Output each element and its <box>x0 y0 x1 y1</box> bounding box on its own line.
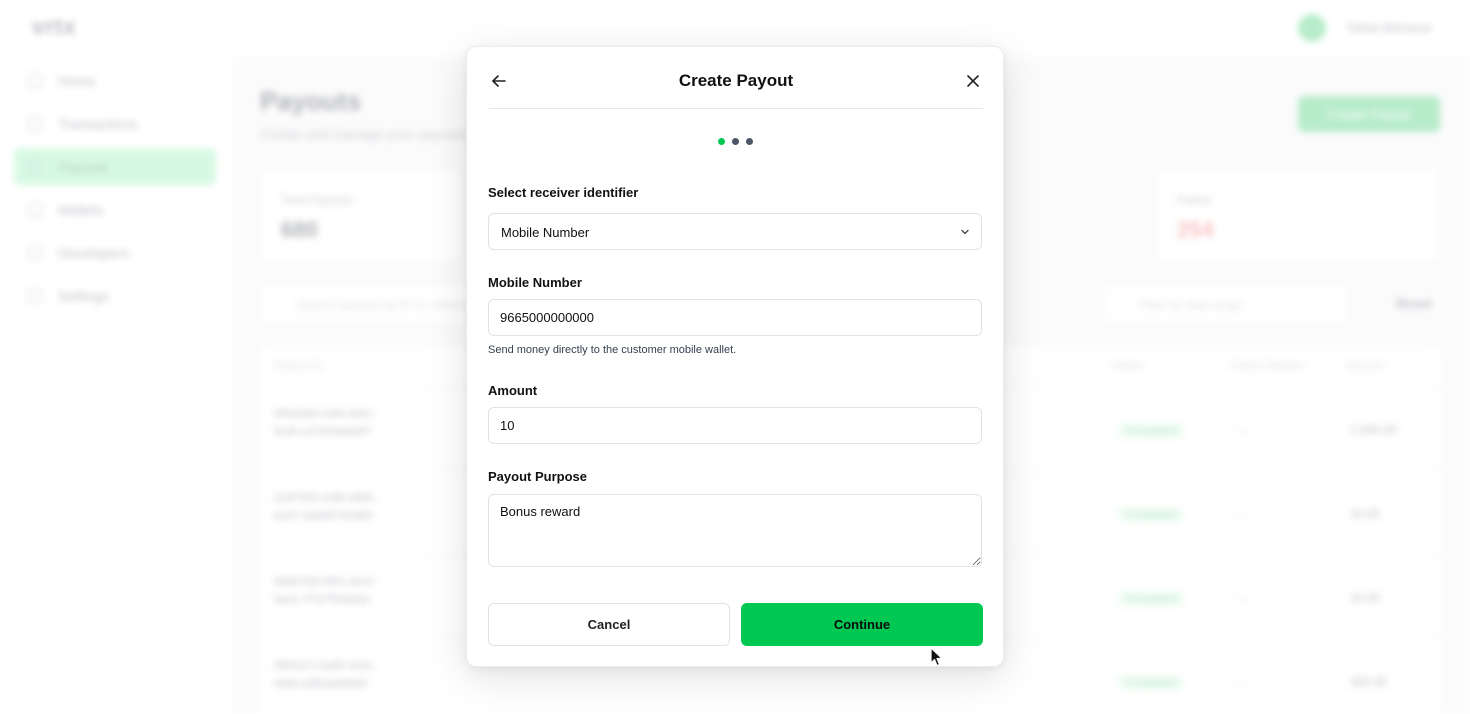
date-range-input[interactable]: Filter by date range <box>1102 284 1348 324</box>
mobile-number-hint: Send money directly to the customer mobi… <box>488 344 737 356</box>
status-badge: Completed <box>1116 423 1186 439</box>
status-badge: Completed <box>1116 507 1186 523</box>
chevron-down-icon <box>959 226 971 238</box>
cancel-button[interactable]: Cancel <box>488 603 730 646</box>
step-dot-3 <box>745 138 753 145</box>
failure-reason: — <box>1236 507 1248 521</box>
payout-id: 5f9f3a71-6a80-4c9c-9d68-a5f0aa5f3fa9 <box>274 660 376 690</box>
sidebar-item-developers[interactable]: Developers <box>14 234 216 271</box>
receiver-identifier-select[interactable]: Mobile Number <box>488 213 982 250</box>
step-dot-1 <box>717 138 725 145</box>
sidebar-item-label: Wallets <box>58 201 104 218</box>
column-header: Status <box>1112 360 1144 372</box>
user-name[interactable]: Yahia Mansour <box>1346 20 1432 35</box>
failure-reason: — <box>1236 675 1248 689</box>
payout-id: 2a4f7fd3-c0d8-4d6b-b2d7-3ab0f5782d85 <box>274 492 377 522</box>
continue-button[interactable]: Continue <box>741 603 983 646</box>
amount: 10.00 <box>1350 591 1381 605</box>
gear-icon <box>28 288 42 303</box>
close-icon[interactable] <box>963 71 983 91</box>
status-badge: Completed <box>1116 675 1186 691</box>
failure-reason: — <box>1236 591 1248 605</box>
select-value: Mobile Number <box>501 225 590 240</box>
column-header: Failure Reason <box>1230 360 1305 372</box>
arrow-left-icon[interactable] <box>489 71 509 91</box>
amount: 300.00 <box>1350 675 1387 689</box>
column-header: Payout ID <box>274 360 323 372</box>
stat-value: 254 <box>1177 217 1214 242</box>
column-header: Amount <box>1346 360 1384 372</box>
payout-id: ef5a4fa6-c4d4-4a5c-9cd0-cd7403ab66f7 <box>274 408 376 438</box>
sidebar-item-home[interactable]: Home <box>14 62 216 99</box>
step-indicator <box>467 138 1003 145</box>
wallet-icon <box>28 202 42 217</box>
sidebar-item-label: Home <box>58 72 96 89</box>
page-subtitle: Create and manage your payouts <box>260 126 468 142</box>
payout-id: 9bb87fa5-0f61-4ec0-9e02-7f7d7f55d95a <box>274 576 377 606</box>
stat-label: Failed <box>1177 193 1210 207</box>
home-icon <box>28 73 42 88</box>
sidebar-item-payouts[interactable]: Payouts <box>14 148 216 185</box>
sidebar: Home Transactions Payouts Wallets Develo… <box>14 62 216 320</box>
sidebar-item-wallets[interactable]: Wallets <box>14 191 216 228</box>
payout-purpose-label: Payout Purpose <box>488 469 587 484</box>
payout-purpose-textarea[interactable]: Bonus reward <box>488 494 982 567</box>
failure-reason: — <box>1236 423 1248 437</box>
payouts-icon <box>28 159 42 174</box>
app-logo: vrtx <box>32 14 77 39</box>
stat-value: 680 <box>281 217 318 242</box>
mobile-number-input[interactable] <box>488 299 982 336</box>
code-icon <box>28 245 42 260</box>
status-badge: Completed <box>1116 591 1186 607</box>
create-payout-modal: Create Payout Select receiver identifier… <box>466 46 1004 667</box>
amount-input[interactable] <box>488 407 982 444</box>
step-dot-2 <box>731 138 739 145</box>
sidebar-item-settings[interactable]: Settings <box>14 277 216 314</box>
sidebar-item-label: Transactions <box>58 115 138 132</box>
page-title: Payouts <box>260 86 362 116</box>
stat-card-total: Total Payouts 680 <box>260 168 460 262</box>
sidebar-item-transactions[interactable]: Transactions <box>14 105 216 142</box>
modal-title: Create Payout <box>678 71 794 90</box>
sidebar-item-label: Settings <box>58 287 109 304</box>
mouse-cursor-icon <box>930 647 944 667</box>
modal-header: Create Payout <box>489 47 983 109</box>
mobile-number-label: Mobile Number <box>488 275 582 290</box>
reset-button[interactable]: Reset <box>1396 296 1431 311</box>
amount: 10.00 <box>1350 507 1381 521</box>
stat-label: Total Payouts <box>281 193 354 207</box>
amount-label: Amount <box>488 383 538 398</box>
amount: 1,000.00 <box>1350 423 1397 437</box>
avatar[interactable] <box>1298 14 1326 42</box>
stat-card-failed: Failed 254 <box>1156 168 1440 262</box>
transactions-icon <box>28 116 42 131</box>
sidebar-item-label: Payouts <box>58 158 109 175</box>
sidebar-item-label: Developers <box>58 244 129 261</box>
create-payout-button[interactable]: Create Payout <box>1298 96 1440 132</box>
receiver-identifier-label: Select receiver identifier <box>488 185 639 200</box>
